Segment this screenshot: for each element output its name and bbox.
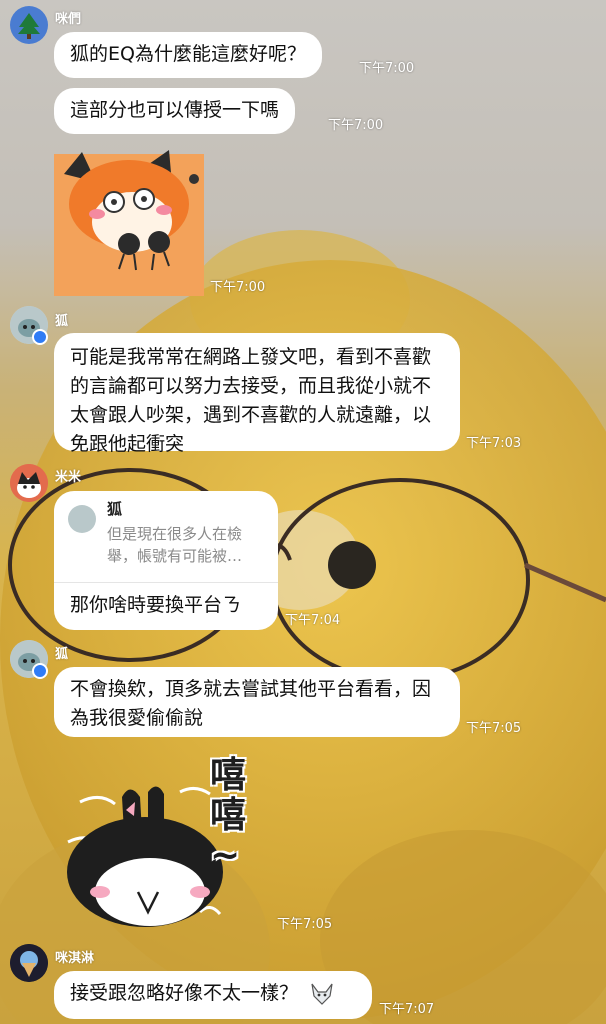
sender-name: 狐: [55, 647, 69, 662]
timestamp: 下午7:00: [328, 118, 384, 133]
timestamp: 下午7:03: [466, 436, 522, 451]
avatar[interactable]: [10, 464, 48, 502]
message-bubble[interactable]: 不會換欸，頂多就去嘗試其他平台看看，因為我很愛偷偷說: [54, 667, 460, 737]
message-bubble[interactable]: 狐的EQ為什麼能這麼好呢？: [54, 32, 322, 78]
message-bubble[interactable]: 這部分也可以傳授一下嗎: [54, 88, 296, 134]
sender-name: 米米: [55, 470, 82, 485]
reply-bubble[interactable]: 狐 但是現在很多人在檢舉，帳號有可能被… 那你啥時要換平台ㄋ: [54, 491, 278, 630]
sender-name: 狐: [55, 314, 69, 329]
timestamp: 下午7:05: [277, 917, 333, 932]
timestamp: 下午7:05: [466, 721, 522, 736]
wolf-emoji-icon: [311, 983, 333, 1005]
message-text: 接受跟忽略好像不太一樣？: [70, 982, 299, 1004]
cat-avatar-icon: [10, 464, 48, 502]
verified-badge-icon: [32, 663, 48, 679]
sender-name: 咪們: [55, 12, 82, 27]
quote-text: 但是現在很多人在檢舉，帳號有可能被…: [107, 525, 243, 565]
timestamp: 下午7:00: [359, 61, 415, 76]
timestamp: 下午7:07: [379, 1002, 435, 1017]
avatar[interactable]: [10, 6, 48, 44]
message-bubble[interactable]: 接受跟忽略好像不太一樣？: [54, 971, 372, 1019]
timestamp: 下午7:00: [210, 280, 266, 295]
quote-sender: 狐: [107, 500, 123, 518]
reply-text: 那你啥時要換平台ㄋ: [70, 594, 242, 616]
fox-sticker[interactable]: [54, 144, 204, 296]
message-bubble[interactable]: 可能是我常常在網路上發文吧，看到不喜歡的言論都可以努力去接受，而且我從小就不太會…: [54, 333, 460, 455]
sticker-caption: 嘻嘻~: [210, 755, 247, 876]
avatar[interactable]: [10, 944, 48, 982]
cat-sticker[interactable]: 嘻嘻~: [60, 752, 274, 932]
timestamp: 下午7:04: [285, 613, 341, 628]
quoted-message[interactable]: 狐 但是現在很多人在檢舉，帳號有可能被…: [54, 491, 278, 583]
sender-name: 咪淇淋: [55, 951, 95, 966]
tree-avatar-icon: [18, 13, 40, 39]
verified-badge-icon: [32, 329, 48, 345]
ice-cream-avatar-icon: [10, 944, 48, 982]
quote-avatar: [68, 505, 96, 533]
